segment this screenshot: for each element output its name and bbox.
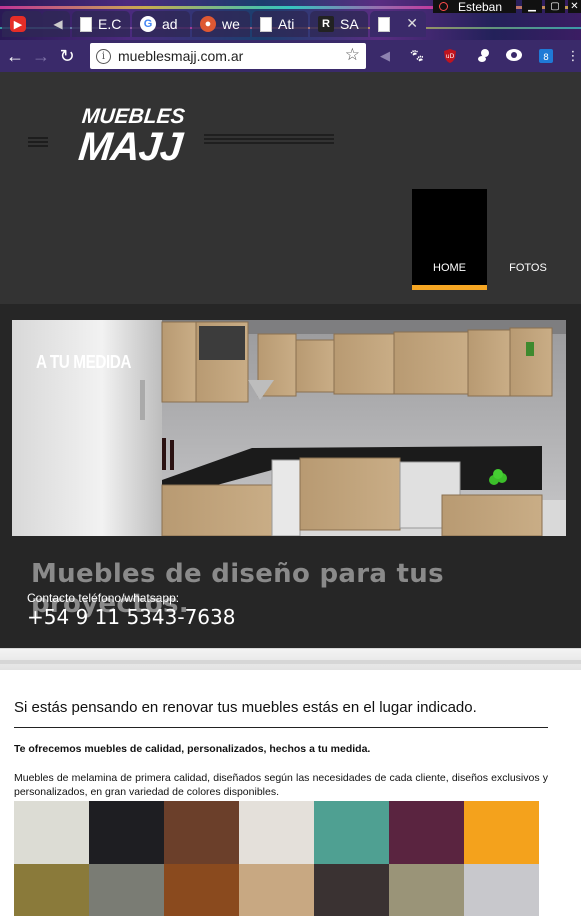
color-swatch <box>314 864 389 916</box>
r-logo-icon: R <box>318 16 334 32</box>
browser-tabstrip: ▶ ◀︎ E.C G ad ● we Ati R SA ✕ Esteban ▁ … <box>0 0 581 40</box>
web-page: MUEBLES MAJJ HOME FOTOS A TU MEDIDA Mueb… <box>0 72 581 916</box>
back-icon[interactable]: ← <box>2 43 28 69</box>
maximize-icon[interactable]: ▢ <box>545 0 565 13</box>
profile-button[interactable]: Esteban <box>433 0 516 14</box>
profile-name: Esteban <box>458 0 503 14</box>
paw-icon[interactable]: 🐾︎ <box>408 47 426 65</box>
color-swatch <box>89 801 164 864</box>
nav-home[interactable]: HOME <box>412 189 487 290</box>
color-swatch <box>464 864 539 916</box>
speaker-icon[interactable]: ◀ <box>376 47 394 65</box>
logo-line-2: MAJJ <box>76 125 184 169</box>
color-swatch <box>239 864 314 916</box>
color-swatch <box>89 864 164 916</box>
nav-home-label: HOME <box>433 262 466 274</box>
hero-image-label: A TU MEDIDA <box>36 352 148 373</box>
color-swatch <box>164 864 239 916</box>
browser-tab[interactable]: ▶ <box>2 11 42 37</box>
color-swatch <box>464 801 539 864</box>
site-logo[interactable]: MUEBLES MAJJ <box>76 105 186 169</box>
svg-text:8: 8 <box>543 53 549 63</box>
menu-dots-icon[interactable]: ⋮ <box>564 47 581 65</box>
color-swatch <box>389 801 464 864</box>
color-swatch <box>14 864 89 916</box>
nav-fotos[interactable]: FOTOS <box>498 189 558 290</box>
color-swatch <box>389 864 464 916</box>
document-icon <box>378 16 390 32</box>
minimize-icon[interactable]: ▁ <box>522 0 542 13</box>
chat-icon[interactable] <box>505 47 523 65</box>
hamburger-icon[interactable] <box>28 137 48 149</box>
browser-tab[interactable]: R SA <box>310 11 368 37</box>
browser-toolbar: ← → ↻ i mueblesmajj.com.ar ☆ ◀ 🐾︎ uD 8 ⋮ <box>0 40 581 72</box>
color-swatch <box>14 801 89 864</box>
youtube-icon: ▶ <box>10 16 26 32</box>
browser-tab[interactable]: G ad <box>132 11 190 37</box>
forward-icon[interactable]: → <box>28 43 54 69</box>
gnome-icon[interactable] <box>474 47 492 65</box>
description-text: Muebles de melamina de primera calidad, … <box>14 772 548 798</box>
close-window-icon[interactable]: ✕ <box>568 0 581 13</box>
intro-text: Si estás pensando en renovar tus muebles… <box>14 699 477 716</box>
tab-label: SA <box>340 16 359 32</box>
color-swatch <box>314 801 389 864</box>
browser-tab[interactable]: ● we <box>192 11 250 37</box>
extension-icon[interactable]: 8 <box>537 47 555 65</box>
header-decoration <box>204 134 334 146</box>
tab-label: E.C <box>98 16 122 32</box>
document-icon <box>260 16 272 32</box>
speaker-icon: ◀︎ <box>53 17 63 31</box>
bookmark-star-icon[interactable]: ☆ <box>345 45 360 65</box>
browser-tab[interactable]: ◀︎ <box>42 11 70 37</box>
site-header: MUEBLES MAJJ HOME FOTOS <box>0 72 581 304</box>
address-bar[interactable]: i mueblesmajj.com.ar ☆ <box>90 43 366 69</box>
section-divider <box>0 648 581 670</box>
duckduckgo-icon: ● <box>200 16 216 32</box>
document-icon <box>80 16 92 32</box>
tab-label: ad <box>162 16 178 32</box>
ublock-icon[interactable]: uD <box>441 47 459 65</box>
phone-number[interactable]: +54 9 11 5343-7638 <box>27 605 235 629</box>
browser-tab-active[interactable]: ✕ <box>370 11 426 37</box>
nav-active-indicator <box>412 285 487 290</box>
svg-text:uD: uD <box>446 53 455 60</box>
profile-icon <box>439 2 448 11</box>
highlight-text: Te ofrecemos muebles de calidad, persona… <box>14 743 371 755</box>
close-tab-icon[interactable]: ✕ <box>406 15 418 32</box>
hero-image-label-text: A TU MEDIDA <box>36 352 132 372</box>
browser-tab[interactable]: E.C <box>72 11 130 37</box>
google-icon: G <box>140 16 156 32</box>
color-swatch-grid <box>14 801 539 916</box>
color-swatch <box>164 801 239 864</box>
reload-icon[interactable]: ↻ <box>54 43 80 69</box>
tab-label: we <box>222 16 240 32</box>
browser-tab[interactable]: Ati <box>252 11 308 37</box>
color-swatch <box>239 801 314 864</box>
nav-fotos-label: FOTOS <box>509 262 547 274</box>
url-text: mueblesmajj.com.ar <box>118 48 244 64</box>
divider <box>14 727 548 728</box>
tab-label: Ati <box>278 16 295 32</box>
contact-label: Contacto teléfono/whatsapp: <box>27 591 180 605</box>
content-section: Si estás pensando en renovar tus muebles… <box>0 670 581 916</box>
site-info-icon[interactable]: i <box>96 48 111 64</box>
hero-section: A TU MEDIDA Muebles de diseño para tus p… <box>0 304 581 648</box>
